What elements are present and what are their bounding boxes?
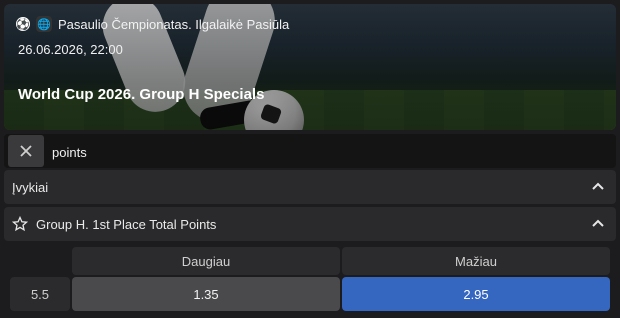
odds-button-over[interactable]: 1.35 — [72, 277, 340, 311]
event-datetime: 26.06.2026, 22:00 — [18, 42, 123, 57]
column-header-over: Daugiau — [72, 247, 340, 275]
star-icon[interactable] — [12, 216, 28, 232]
chevron-up-icon — [592, 182, 604, 190]
search-input[interactable] — [50, 134, 614, 170]
market-header[interactable]: Group H. 1st Place Total Points — [4, 207, 616, 241]
event-banner: ⚽ 🌐 Pasaulio Čempionatas. Ilgalaikė Pasi… — [4, 4, 616, 130]
odds-table: Daugiau Mažiau 5.5 1.35 2.95 — [4, 245, 616, 318]
events-section-header[interactable]: Įvykiai — [4, 170, 616, 204]
soccer-ball-icon: ⚽ — [16, 17, 30, 31]
search-bar — [4, 134, 616, 170]
event-title: World Cup 2026. Group H Specials — [18, 86, 265, 103]
odds-button-under[interactable]: 2.95 — [342, 277, 610, 311]
clear-search-button[interactable] — [8, 135, 44, 167]
line-value: 5.5 — [10, 277, 70, 311]
breadcrumb: ⚽ 🌐 Pasaulio Čempionatas. Ilgalaikė Pasi… — [16, 16, 289, 32]
globe-icon: 🌐 — [36, 16, 52, 32]
breadcrumb-label[interactable]: Pasaulio Čempionatas. Ilgalaikė Pasiūla — [58, 17, 289, 32]
section-title: Įvykiai — [12, 179, 49, 195]
close-icon — [20, 145, 32, 157]
column-header-under: Mažiau — [342, 247, 610, 275]
market-title: Group H. 1st Place Total Points — [36, 216, 217, 232]
chevron-up-icon — [592, 219, 604, 227]
app: ⚽ 🌐 Pasaulio Čempionatas. Ilgalaikė Pasi… — [0, 0, 620, 318]
